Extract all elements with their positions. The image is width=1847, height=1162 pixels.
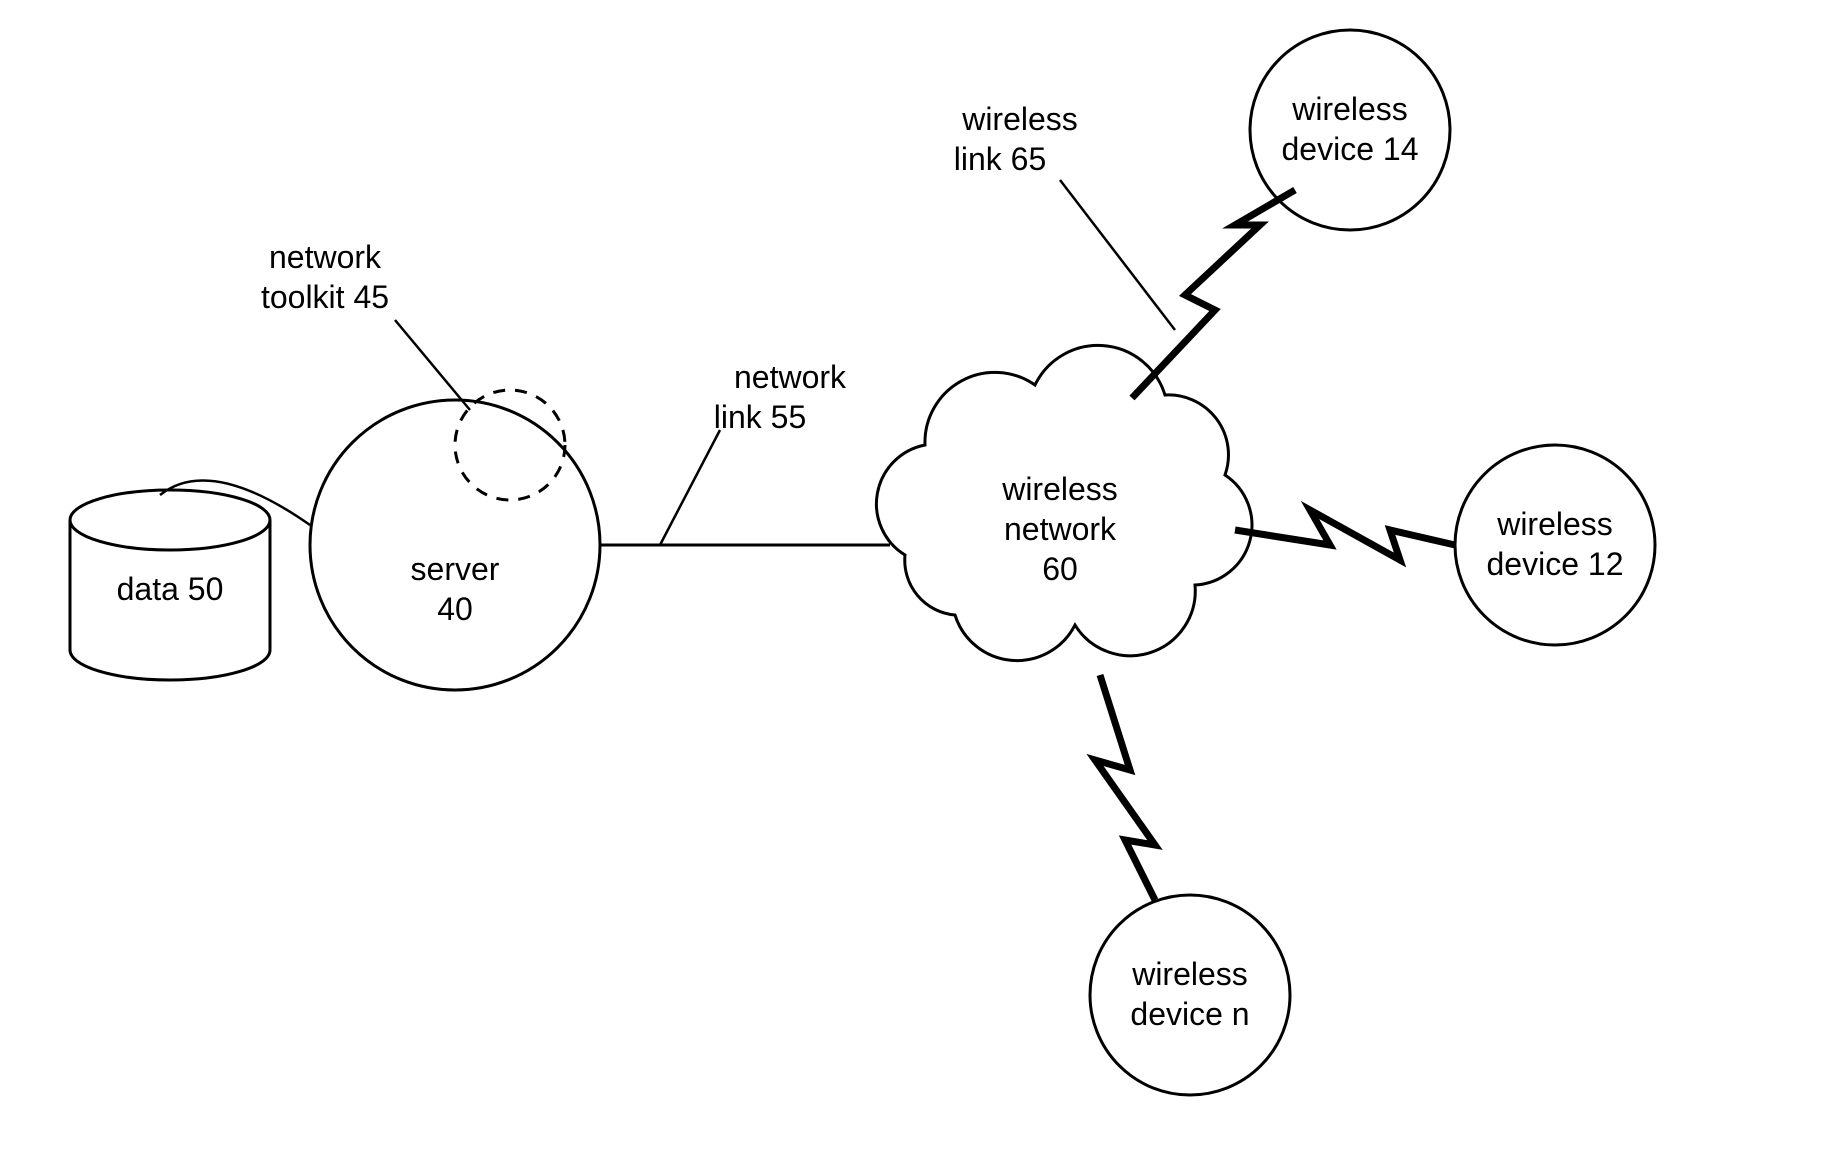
toolkit-pointer — [395, 320, 470, 410]
server-label-line1: server — [411, 551, 500, 587]
device-n-node — [1090, 895, 1290, 1095]
cloud-label-line3: 60 — [1042, 551, 1078, 587]
cloud-node: wireless network 60 — [876, 345, 1252, 660]
cloud-label-line2: network — [1004, 511, 1117, 547]
wireless-link-label-line1: wireless — [961, 101, 1078, 137]
device-12-label-line1: wireless — [1496, 506, 1613, 542]
toolkit-label-line1: network — [269, 239, 382, 275]
wireless-link-pointer — [1060, 180, 1175, 330]
network-link-label-line2: link 55 — [714, 399, 807, 435]
device-12-node — [1455, 445, 1655, 645]
wireless-link-n — [1095, 675, 1155, 900]
network-link-label-line1: network — [734, 359, 847, 395]
database-label: data 50 — [117, 571, 224, 607]
network-diagram: data 50 server 40 network toolkit 45 net… — [0, 0, 1847, 1162]
db-server-link — [160, 480, 310, 525]
device-n-label-line2: device n — [1130, 996, 1249, 1032]
network-link-pointer — [660, 430, 720, 545]
database-node: data 50 — [70, 490, 270, 680]
server-node: server 40 — [310, 400, 600, 690]
wireless-link-65 — [1132, 190, 1295, 398]
wireless-link-12 — [1235, 510, 1455, 560]
server-label-line2: 40 — [437, 591, 473, 627]
cloud-label-line1: wireless — [1001, 471, 1118, 507]
wireless-link-label-line2: link 65 — [954, 141, 1047, 177]
toolkit-label-line2: toolkit 45 — [261, 279, 389, 315]
device-14-label-line1: wireless — [1291, 91, 1408, 127]
device-14-label-line2: device 14 — [1282, 131, 1419, 167]
device-12-label-line2: device 12 — [1487, 546, 1624, 582]
device-n-label-line1: wireless — [1131, 956, 1248, 992]
